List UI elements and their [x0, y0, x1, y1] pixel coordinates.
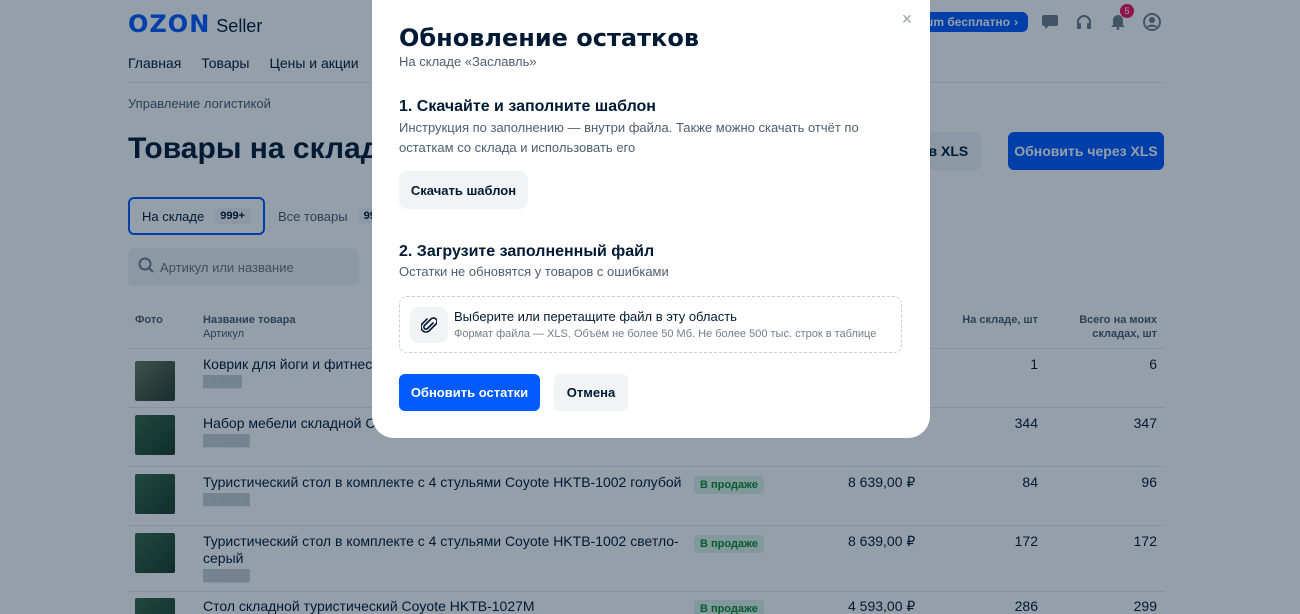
cancel-button[interactable]: Отмена [554, 374, 628, 411]
update-stock-modal: × Обновление остатков На складе «Заславл… [372, 0, 930, 438]
file-dropzone[interactable]: Выберите или перетащите файл в эту облас… [399, 296, 902, 353]
step2-title: 2. Загрузите заполненный файл [399, 243, 655, 260]
update-stock-button[interactable]: Обновить остатки [399, 374, 540, 411]
step1-text: Инструкция по заполнению — внутри файла.… [399, 120, 859, 155]
download-template-button[interactable]: Скачать шаблон [399, 171, 528, 209]
modal-subtitle: На складе «Заславль» [399, 54, 537, 69]
step2-text: Остатки не обновятся у товаров с ошибкам… [399, 264, 669, 279]
paperclip-icon [410, 307, 448, 343]
close-icon[interactable]: × [898, 9, 916, 29]
dropzone-hint: Формат файла — XLS. Объём не более 50 Мб… [454, 328, 877, 340]
modal-title: Обновление остатков [399, 24, 699, 52]
step1-title: 1. Скачайте и заполните шаблон [399, 98, 656, 115]
dropzone-title: Выберите или перетащите файл в эту облас… [454, 309, 737, 324]
